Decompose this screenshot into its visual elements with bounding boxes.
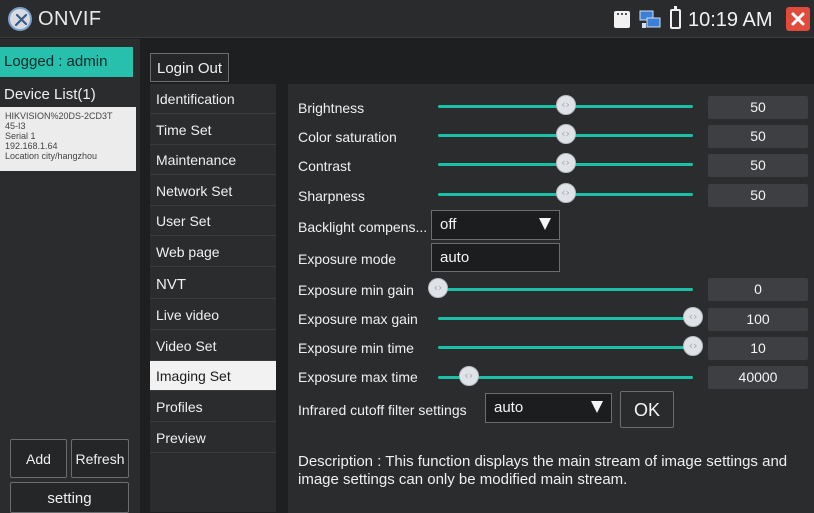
settings-menu: Identification Time Set Maintenance Netw… (150, 84, 276, 512)
exposure-max-time-label: Exposure max time (298, 369, 418, 385)
imaging-settings-panel: Brightness 50 Color saturation 50 Contra… (288, 84, 814, 513)
dropdown-arrow-icon (591, 401, 603, 413)
menu-item-preview[interactable]: Preview (150, 423, 276, 453)
ir-cutoff-value: auto (494, 399, 524, 416)
description-text: Description : This function displays the… (298, 453, 788, 488)
exposure-min-time-value[interactable]: 10 (708, 337, 808, 360)
device-list-title: Device List(1) (4, 86, 96, 103)
ir-cutoff-label: Infrared cutoff filter settings (298, 402, 467, 418)
menu-item-network-set[interactable]: Network Set (150, 176, 276, 206)
brightness-value[interactable]: 50 (708, 96, 808, 119)
ok-button[interactable]: OK (620, 391, 674, 428)
dropdown-arrow-icon (539, 218, 551, 230)
exposure-min-gain-slider[interactable] (438, 288, 693, 291)
contrast-value[interactable]: 50 (708, 154, 808, 177)
exposure-min-gain-label: Exposure min gain (298, 282, 414, 298)
app-title: ONVIF (38, 8, 102, 30)
setting-button[interactable]: setting (10, 482, 129, 513)
menu-item-imaging-set[interactable]: Imaging Set (150, 361, 276, 391)
close-icon[interactable] (786, 7, 810, 31)
device-location: Location city/hangzhou (5, 151, 98, 161)
exposure-max-time-value[interactable]: 40000 (708, 366, 808, 389)
menu-item-live-video[interactable]: Live video (150, 300, 276, 330)
menu-item-time-set[interactable]: Time Set (150, 115, 276, 145)
menu-item-identification[interactable]: Identification (150, 84, 276, 114)
device-ip: 192.168.1.64 (5, 141, 58, 151)
menu-item-maintenance[interactable]: Maintenance (150, 145, 276, 175)
backlight-value: off (440, 216, 457, 233)
sharpness-value[interactable]: 50 (708, 184, 808, 207)
slider-thumb-icon[interactable] (555, 183, 576, 203)
exposure-mode-value: auto (440, 249, 470, 266)
slider-thumb-icon[interactable] (555, 153, 576, 173)
brightness-label: Brightness (298, 100, 365, 116)
device-name: HIKVISION%20DS-2CD3T (5, 111, 113, 121)
device-model: 45-I3 (5, 121, 26, 131)
add-device-button[interactable]: Add (10, 439, 67, 478)
exposure-min-time-slider[interactable] (438, 346, 693, 349)
color-saturation-label: Color saturation (298, 129, 397, 145)
slider-thumb-icon[interactable] (683, 307, 703, 327)
refresh-button[interactable]: Refresh (71, 439, 129, 478)
exposure-max-gain-value[interactable]: 100 (708, 308, 808, 331)
exposure-min-time-label: Exposure min time (298, 340, 414, 356)
backlight-select[interactable]: off (431, 210, 560, 240)
settings-logo-icon (8, 7, 32, 31)
device-serial: Serial 1 (5, 131, 36, 141)
exposure-max-gain-label: Exposure max gain (298, 311, 418, 327)
menu-item-video-set[interactable]: Video Set (150, 331, 276, 361)
menu-column: Login Out Identification Time Set Mainte… (140, 39, 286, 513)
device-list-item[interactable]: HIKVISION%20DS-2CD3T 45-I3 Serial 1 192.… (0, 107, 136, 171)
slider-thumb-icon[interactable] (428, 278, 448, 298)
ir-cutoff-select[interactable]: auto (485, 393, 612, 423)
exposure-mode-field[interactable]: auto (431, 243, 560, 272)
menu-item-profiles[interactable]: Profiles (150, 392, 276, 422)
slider-thumb-icon[interactable] (555, 95, 576, 115)
menu-item-user-set[interactable]: User Set (150, 206, 276, 236)
menu-item-web-page[interactable]: Web page (150, 237, 276, 267)
exposure-mode-label: Exposure mode (298, 251, 397, 267)
clock: 10:19 AM (688, 9, 773, 31)
device-panel: Logged : admin Device List(1) HIKVISION%… (0, 39, 140, 513)
slider-thumb-icon[interactable] (458, 366, 479, 386)
exposure-min-gain-value[interactable]: 0 (708, 278, 808, 301)
slider-thumb-icon[interactable] (683, 336, 703, 356)
logged-in-badge: Logged : admin (0, 47, 133, 77)
title-bar: ONVIF 10:19 AM (0, 0, 814, 38)
contrast-label: Contrast (298, 158, 351, 174)
login-out-button[interactable]: Login Out (150, 53, 229, 82)
battery-icon (670, 6, 681, 29)
slider-thumb-icon[interactable] (555, 124, 576, 144)
sd-card-icon (614, 11, 630, 28)
sharpness-label: Sharpness (298, 188, 365, 204)
backlight-label: Backlight compens... (298, 219, 428, 235)
network-icon (638, 9, 662, 31)
menu-group-nvt[interactable]: NVT (150, 269, 276, 299)
exposure-max-gain-slider[interactable] (438, 317, 693, 320)
color-saturation-value[interactable]: 50 (708, 125, 808, 148)
